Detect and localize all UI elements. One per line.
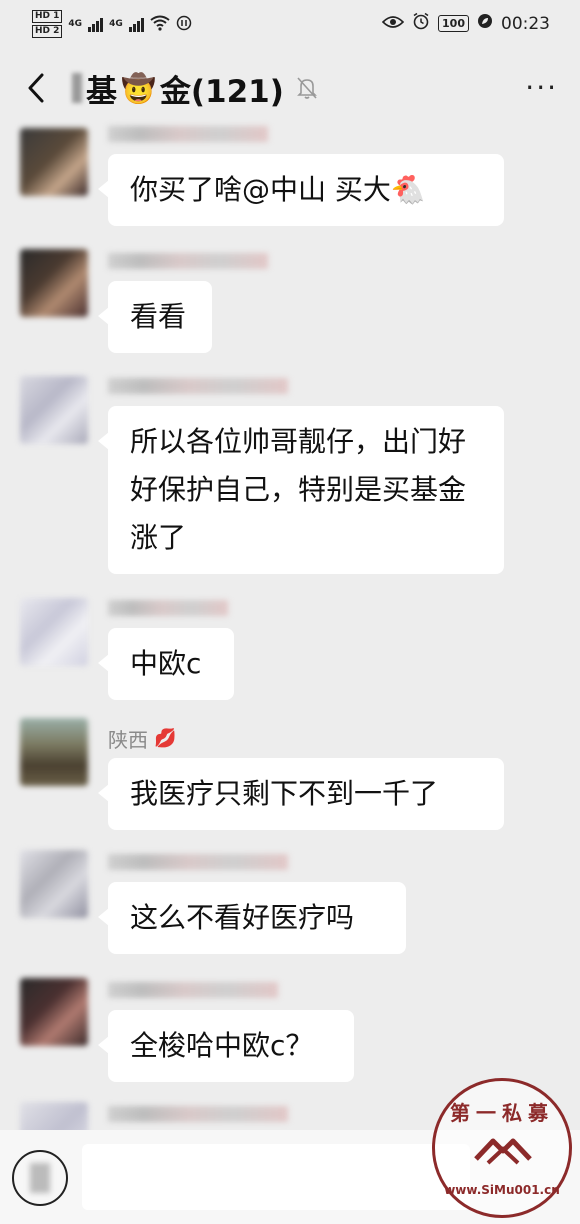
avatar[interactable]: [20, 1102, 88, 1130]
avatar[interactable]: [20, 128, 88, 196]
avatar[interactable]: [20, 978, 88, 1046]
sender-label: 陕西: [108, 727, 148, 752]
message-text: 中欧c: [130, 647, 202, 680]
avatar[interactable]: [20, 850, 88, 918]
status-bar: HD 1 HD 2 4G 4G 100 00:23: [0, 0, 580, 48]
avatar[interactable]: [20, 249, 88, 317]
title-prefix: 基: [86, 73, 117, 110]
message-text: 这么不看好医疗吗: [130, 901, 355, 934]
avatar[interactable]: [20, 376, 88, 444]
message-bubble[interactable]: 我医疗只剩下不到一千了: [98, 758, 504, 830]
title-redaction: [72, 73, 82, 103]
voice-icon: [30, 1163, 50, 1193]
message-input[interactable]: [82, 1144, 470, 1210]
watermark-top-text: 第一私募: [450, 1101, 554, 1125]
title-suffix: 金(121): [159, 73, 284, 110]
chat-title: 基 🤠 金(121): [72, 66, 318, 110]
message-text: 你买了啥@中山 买大🐔: [130, 173, 426, 206]
nfc-icon: [176, 15, 192, 34]
avatar[interactable]: [20, 598, 88, 666]
status-right: 100 00:23: [381, 12, 550, 35]
avatar[interactable]: [20, 718, 88, 786]
signal-icon: [88, 16, 104, 32]
hd-indicator: HD 1 HD 2: [32, 10, 63, 38]
lips-emoji: 💋: [154, 727, 177, 749]
mute-bell-icon: [296, 76, 318, 100]
alarm-icon: [412, 12, 430, 35]
message-list[interactable]: 你买了啥@中山 买大🐔 看看 所以各位帅哥靓仔，出门好好保护自己，特别是买基金涨…: [0, 110, 580, 1130]
message-bubble[interactable]: 你买了啥@中山 买大🐔: [98, 154, 504, 226]
network-label-1: 4G: [68, 19, 83, 29]
message-bubble[interactable]: 全梭哈中欧c？: [98, 1010, 354, 1082]
status-left: HD 1 HD 2 4G 4G: [32, 10, 192, 38]
message-bubble[interactable]: 看看: [98, 281, 212, 353]
eye-icon: [381, 14, 405, 34]
message-text: 我医疗只剩下不到一千了: [130, 777, 439, 810]
message-text: 看看: [130, 300, 187, 333]
voice-input-button[interactable]: [12, 1150, 68, 1206]
wifi-icon: [150, 15, 170, 34]
sender-name: [108, 374, 288, 398]
sender-name: [108, 1102, 288, 1126]
title-emoji: 🤠: [121, 71, 156, 105]
watermark-logo-icon: [474, 1138, 532, 1165]
hd2-badge: HD 2: [32, 25, 63, 38]
more-options-button[interactable]: ···: [525, 74, 558, 102]
network-label-2: 4G: [109, 19, 123, 29]
signal-icon-2: [128, 16, 144, 32]
battery-icon: 100: [438, 15, 469, 32]
sender-name: [108, 249, 268, 273]
watermark-seal: 第一私募 www.SiMu001.cn: [432, 1078, 572, 1218]
message-bubble[interactable]: 所以各位帅哥靓仔，出门好好保护自己，特别是买基金涨了: [98, 406, 504, 574]
sender-name: [108, 850, 288, 874]
leaf-icon: [477, 13, 493, 34]
chevron-left-icon: [28, 73, 44, 103]
back-button[interactable]: [18, 68, 54, 108]
sender-name: 陕西 💋: [108, 726, 177, 752]
message-bubble[interactable]: 这么不看好医疗吗: [98, 882, 406, 954]
sender-name: [108, 978, 278, 1002]
sender-name: [108, 596, 228, 620]
hd1-badge: HD 1: [32, 10, 63, 23]
message-bubble[interactable]: 中欧c: [98, 628, 234, 700]
message-text: 全梭哈中欧c？: [130, 1029, 314, 1062]
message-text: 所以各位帅哥靓仔，出门好好保护自己，特别是买基金涨了: [130, 425, 467, 554]
sender-name: [108, 122, 268, 146]
watermark-bottom-text: www.SiMu001.cn: [444, 1183, 560, 1197]
clock-time: 00:23: [501, 13, 550, 34]
